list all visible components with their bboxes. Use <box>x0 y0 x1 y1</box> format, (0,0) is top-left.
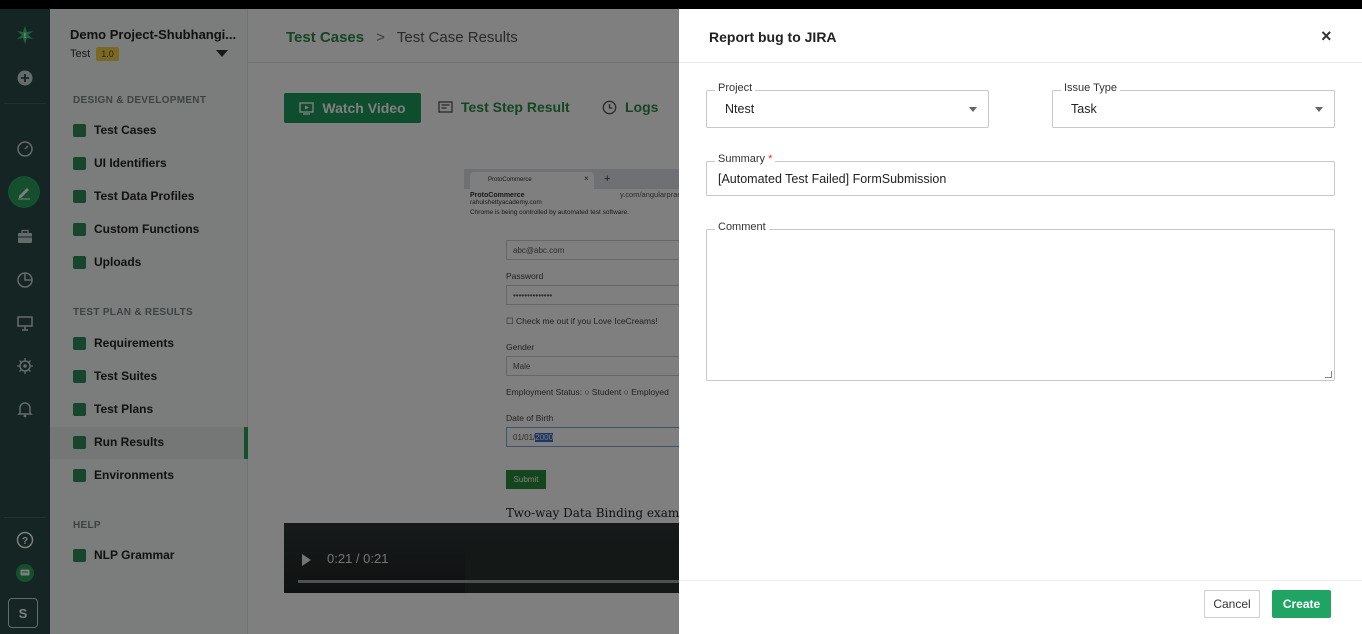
required-marker: * <box>768 153 773 165</box>
project-label: Project <box>715 82 756 94</box>
summary-field[interactable]: Summary * [Automated Test Failed] FormSu… <box>706 153 1335 196</box>
create-button[interactable]: Create <box>1272 590 1331 618</box>
issue-type-label: Issue Type <box>1061 82 1120 94</box>
project-value: Ntest <box>725 102 755 116</box>
cancel-button[interactable]: Cancel <box>1204 590 1260 618</box>
dialog-footer-divider <box>679 580 1362 581</box>
modal-backdrop[interactable] <box>0 9 679 634</box>
comment-label: Comment <box>715 221 769 233</box>
project-select[interactable]: Project Ntest <box>706 82 989 128</box>
summary-label-text: Summary <box>718 153 766 165</box>
chevron-down-icon <box>1315 107 1323 112</box>
summary-value[interactable]: [Automated Test Failed] FormSubmission <box>718 172 946 186</box>
chevron-down-icon <box>969 107 977 112</box>
issue-type-select[interactable]: Issue Type Task <box>1052 82 1335 128</box>
summary-label: Summary * <box>715 153 776 165</box>
dialog-header-divider <box>679 62 1362 63</box>
comment-field[interactable]: Comment <box>706 221 1335 381</box>
dialog-title: Report bug to JIRA <box>709 29 837 45</box>
issue-type-value: Task <box>1071 102 1097 116</box>
report-bug-dialog: Report bug to JIRA × Project Ntest Issue… <box>679 9 1362 634</box>
close-icon[interactable]: × <box>1321 26 1332 46</box>
resize-handle-icon[interactable] <box>1325 371 1332 378</box>
app-window: t ? S <box>0 9 1362 634</box>
